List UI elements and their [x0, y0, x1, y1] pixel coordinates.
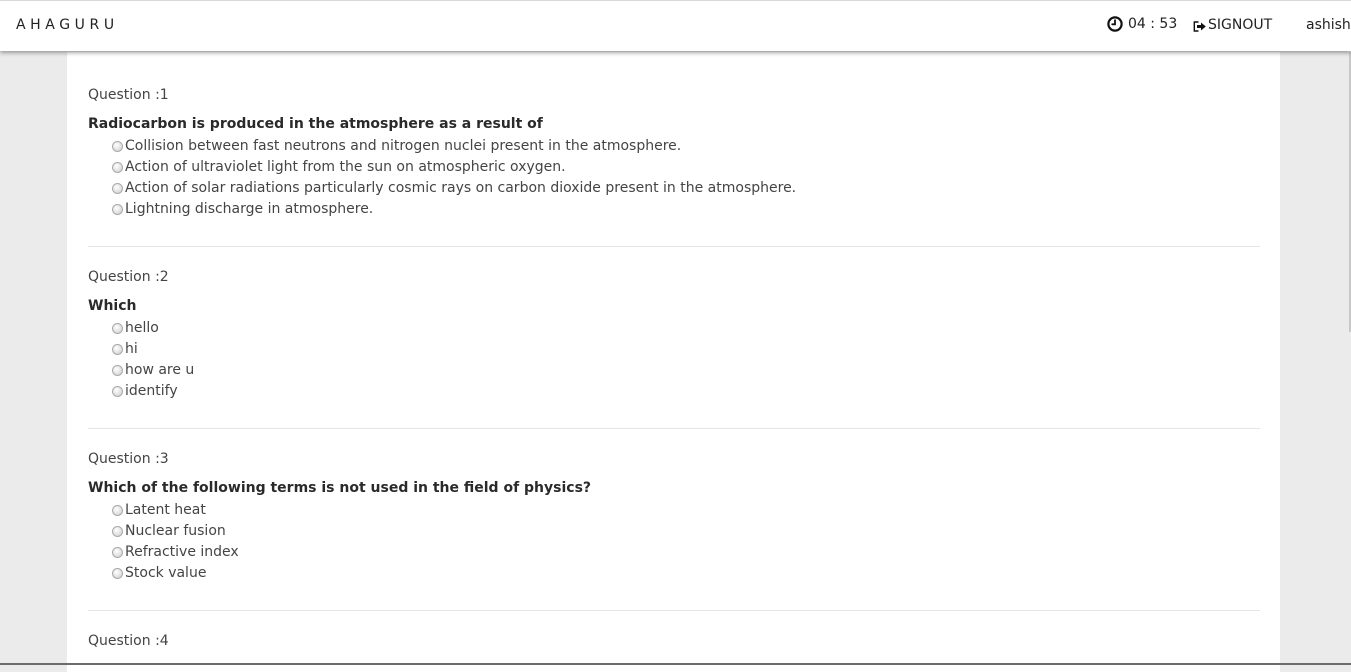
brand-logo[interactable]: AHAGURU: [16, 17, 119, 33]
option-item[interactable]: Refractive index: [112, 542, 239, 563]
exam-timer: 04 : 53: [1107, 16, 1177, 32]
radio-button[interactable]: [112, 323, 123, 334]
option-label: identify: [125, 383, 178, 399]
question-divider: [88, 428, 1260, 429]
radio-button[interactable]: [112, 568, 123, 579]
option-item[interactable]: how are u: [112, 360, 194, 381]
option-item[interactable]: Stock value: [112, 563, 239, 584]
radio-button[interactable]: [112, 344, 123, 355]
option-label: how are u: [125, 362, 195, 378]
question-number: Question :4: [88, 633, 169, 649]
option-label: hello: [125, 320, 159, 336]
radio-button[interactable]: [112, 547, 123, 558]
radio-button[interactable]: [112, 505, 123, 516]
question-number: Question :3: [88, 451, 169, 467]
option-label: hi: [125, 341, 138, 357]
option-label: Nuclear fusion: [125, 523, 226, 539]
question-text: Which of the following terms is not used…: [88, 480, 592, 496]
option-item[interactable]: Nuclear fusion: [112, 521, 239, 542]
question-divider: [88, 246, 1260, 247]
option-item[interactable]: identify: [112, 381, 194, 402]
timer-value: 04 : 53: [1128, 16, 1178, 32]
options-list: Collision between fast neutrons and nitr…: [112, 136, 796, 220]
radio-button[interactable]: [112, 162, 123, 173]
radio-button[interactable]: [112, 365, 123, 376]
radio-button[interactable]: [112, 204, 123, 215]
option-label: Action of ultraviolet light from the sun…: [125, 159, 566, 175]
top-navbar: AHAGURU 04 : 53 SIGNOUT ashish: [0, 0, 1351, 51]
question-text: Radiocarbon is produced in the atmospher…: [88, 116, 543, 132]
question-number: Question :2: [88, 269, 169, 285]
question-block-3: Question :3 Which of the following terms…: [88, 450, 1260, 581]
clock-icon: [1107, 16, 1123, 32]
options-list: Latent heat Nuclear fusion Refractive in…: [112, 500, 239, 584]
option-label: Collision between fast neutrons and nitr…: [125, 138, 682, 154]
option-label: Action of solar radiations particularly …: [125, 180, 797, 196]
option-item[interactable]: Latent heat: [112, 500, 239, 521]
radio-button[interactable]: [112, 141, 123, 152]
question-text: Which: [88, 298, 137, 314]
option-item[interactable]: Collision between fast neutrons and nitr…: [112, 136, 796, 157]
signout-label: SIGNOUT: [1208, 17, 1273, 33]
question-block-1: Question :1 Radiocarbon is produced in t…: [88, 86, 1260, 217]
question-block-4: Question :4: [88, 632, 1260, 650]
question-block-2: Question :2 Which hello hi how are u ide…: [88, 268, 1260, 399]
username[interactable]: ashish: [1306, 17, 1351, 33]
option-item[interactable]: Lightning discharge in atmosphere.: [112, 199, 796, 220]
option-item[interactable]: Action of ultraviolet light from the sun…: [112, 157, 796, 178]
option-item[interactable]: hi: [112, 339, 194, 360]
signout-icon: [1193, 20, 1207, 32]
option-item[interactable]: hello: [112, 318, 194, 339]
option-label: Lightning discharge in atmosphere.: [125, 201, 374, 217]
question-number: Question :1: [88, 87, 169, 103]
options-list: hello hi how are u identify: [112, 318, 194, 402]
signout-button[interactable]: SIGNOUT: [1193, 17, 1272, 33]
option-label: Refractive index: [125, 544, 239, 560]
option-label: Latent heat: [125, 502, 206, 518]
radio-button[interactable]: [112, 526, 123, 537]
option-label: Stock value: [125, 565, 207, 581]
option-item[interactable]: Action of solar radiations particularly …: [112, 178, 796, 199]
radio-button[interactable]: [112, 386, 123, 397]
radio-button[interactable]: [112, 183, 123, 194]
question-divider: [88, 610, 1260, 611]
